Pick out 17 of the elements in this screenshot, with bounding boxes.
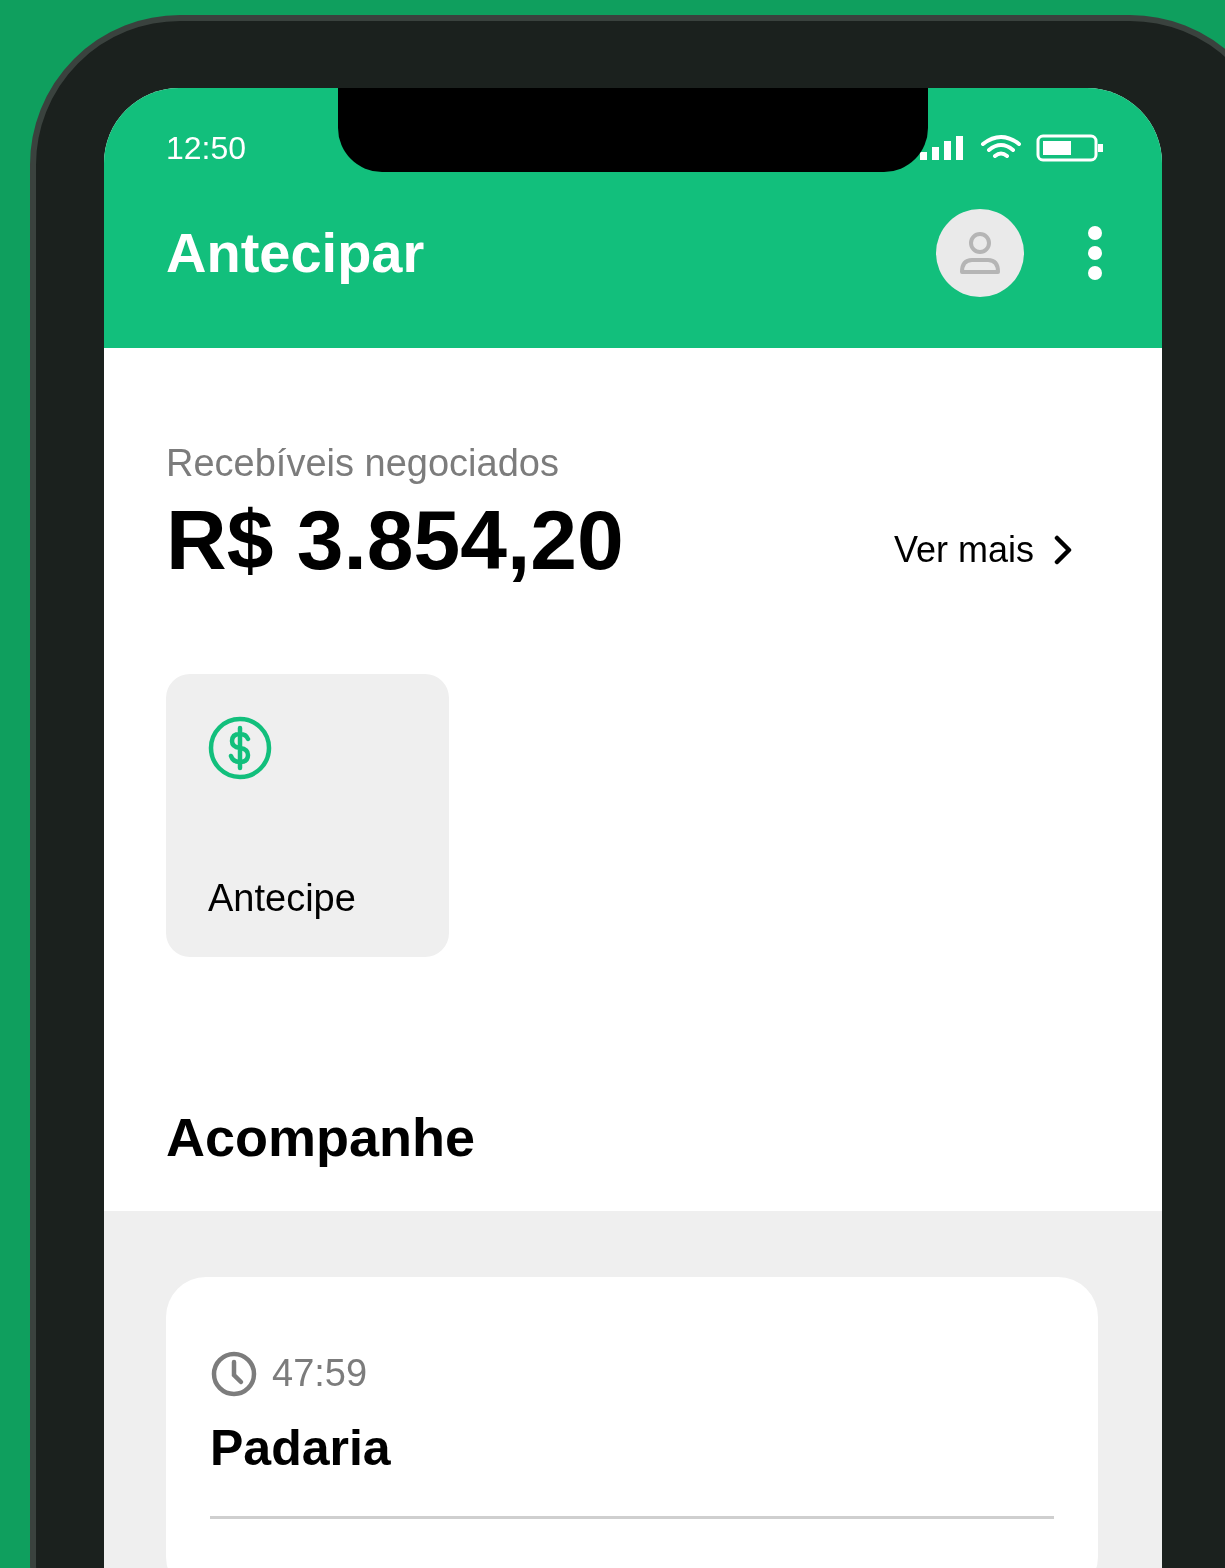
section-title: Acompanhe <box>166 1106 477 1169</box>
signal-icon <box>920 136 966 160</box>
order-name: Padaria <box>210 1419 392 1478</box>
status-time: 12:50 <box>166 129 247 168</box>
clock-icon <box>210 1349 258 1398</box>
antecipe-action-card[interactable]: Antecipe <box>166 674 449 957</box>
chevron-right-icon <box>1054 535 1072 565</box>
amount-value: R$ 3.854,20 <box>166 492 624 589</box>
see-more-link[interactable]: Ver mais <box>893 523 1072 577</box>
battery-icon <box>1036 134 1106 162</box>
app-title: Antecipar <box>166 220 425 286</box>
summary-label: Recebíveis negociados <box>166 441 560 486</box>
person-icon <box>958 230 1002 276</box>
dollar-coin-icon <box>208 716 272 780</box>
order-card[interactable]: 47:59 Padaria <box>166 1277 1098 1568</box>
order-timer: 47:59 <box>272 1351 368 1396</box>
kebab-menu-icon <box>1087 225 1103 281</box>
